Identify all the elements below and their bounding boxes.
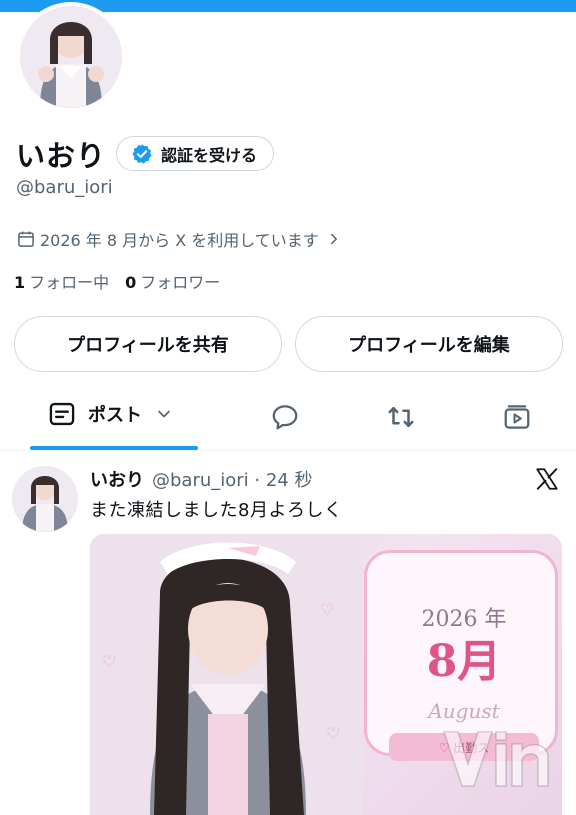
post-meta: @baru_iori · 24 秒: [152, 470, 313, 491]
post-header: いおり @baru_iori · 24 秒: [90, 466, 312, 492]
profile-avatar[interactable]: [16, 2, 126, 112]
calendar-icon: [18, 231, 34, 247]
maid-photo: [90, 534, 362, 815]
profile-name: いおり: [16, 139, 107, 173]
watermark-logo: [438, 724, 558, 807]
post-author-name[interactable]: いおり: [90, 466, 144, 492]
post-text: また凍結しました8月よろしく: [90, 500, 343, 521]
tab-posts-label: ポスト: [88, 405, 142, 426]
heart-decoration-icon: ♡: [102, 652, 117, 671]
get-verified-button[interactable]: 認証を受ける: [116, 136, 275, 171]
heart-decoration-icon: ♡: [326, 724, 341, 743]
chevron-down-icon[interactable]: [154, 404, 174, 424]
share-profile-button[interactable]: プロフィールを共有: [14, 316, 282, 372]
calendar-month-english: August: [428, 699, 500, 723]
edit-profile-button[interactable]: プロフィールを編集: [295, 316, 563, 372]
x-logo-icon: [536, 468, 558, 490]
post-author-avatar[interactable]: [12, 466, 78, 532]
profile-handle: @baru_iori: [16, 177, 113, 198]
chevron-right-icon: [330, 233, 337, 245]
follow-stats: 1 フォロー中 0 フォロワー: [14, 269, 220, 293]
followers-link[interactable]: 0 フォロワー: [125, 269, 220, 293]
heart-decoration-icon: ♡: [320, 600, 335, 619]
get-verified-label: 認証を受ける: [161, 145, 258, 165]
media-tab-icon[interactable]: [502, 402, 532, 432]
following-link[interactable]: 1 フォロー中: [14, 269, 109, 293]
tabs-divider: [0, 450, 576, 451]
verified-badge-icon: [132, 143, 152, 164]
repost-tab-icon[interactable]: [386, 402, 416, 432]
post-tab-icon: [49, 402, 75, 426]
joined-date-text: 2026 年 8 月から X を利用しています: [40, 231, 319, 250]
calendar-month: 8月: [426, 636, 502, 687]
joined-date-row[interactable]: 2026 年 8 月から X を利用しています: [16, 227, 343, 251]
tab-posts[interactable]: ポスト: [48, 400, 174, 428]
profile-tabs: ポスト: [0, 392, 576, 450]
replies-tab-icon[interactable]: [270, 402, 300, 432]
